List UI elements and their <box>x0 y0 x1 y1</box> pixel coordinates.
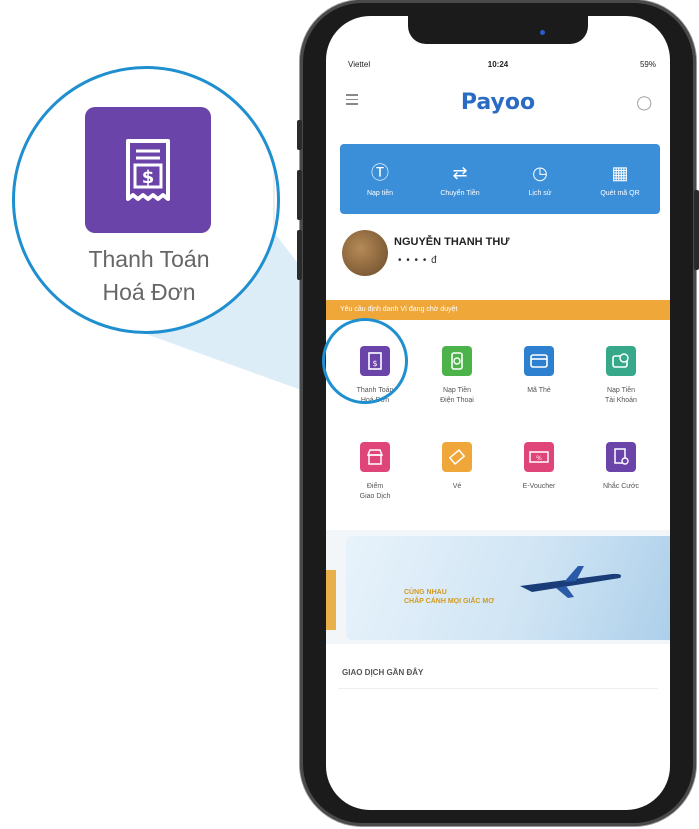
phone-frame: Viettel 10:24 59% Payoo ◯ Ⓣ Nạp tiền ⇄ C… <box>297 0 699 826</box>
service-bill-reminder[interactable]: Nhắc Cước <box>580 430 662 526</box>
notch <box>408 16 588 44</box>
power-button <box>694 190 699 270</box>
quick-action-qr[interactable]: ▦ Quét mã QR <box>580 144 660 214</box>
volume-up-button <box>297 170 302 220</box>
quick-action-history[interactable]: ◷ Lịch sử <box>500 144 580 214</box>
store-icon <box>360 442 390 472</box>
transfer-icon: ⇄ <box>452 162 468 183</box>
promo-prev-slide <box>326 570 336 630</box>
volume-down-button <box>297 230 302 280</box>
zoom-divider <box>273 69 275 331</box>
zoom-label-line2: Hoá Đơn <box>102 279 196 305</box>
battery: 59% <box>639 60 656 69</box>
account-topup-icon <box>606 346 636 376</box>
qr-icon: ▦ <box>611 162 629 183</box>
mute-switch <box>297 120 302 150</box>
service-tickets[interactable]: Vé <box>416 430 498 526</box>
quick-action-topup[interactable]: Ⓣ Nạp tiền <box>340 144 420 214</box>
recent-transactions-title: GIAO DỊCH GẦN ĐÂY <box>342 668 424 677</box>
highlight-ring <box>322 318 408 404</box>
phone-screen: Viettel 10:24 59% Payoo ◯ Ⓣ Nạp tiền ⇄ C… <box>326 16 670 810</box>
user-card[interactable]: NGUYỄN THANH THƯ • • • • đ <box>342 230 662 280</box>
quick-actions: Ⓣ Nạp tiền ⇄ Chuyển Tiền ◷ Lịch sử ▦ Qué… <box>340 144 660 214</box>
service-evoucher[interactable]: % E-Voucher <box>498 430 580 526</box>
status-bar: Viettel 10:24 59% <box>326 60 670 74</box>
user-name: NGUYỄN THANH THƯ <box>394 236 510 248</box>
voucher-icon: % <box>524 442 554 472</box>
svg-text:$: $ <box>142 167 155 188</box>
svg-text:%: % <box>536 455 542 462</box>
verification-notice[interactable]: Yêu cầu định danh Ví đang chờ duyệt <box>326 300 670 320</box>
promo-banner[interactable]: CÙNG NHAU CHẮP CÁNH MỌI GIẤC MƠ <box>346 536 670 640</box>
promo-text: CÙNG NHAU CHẮP CÁNH MỌI GIẤC MƠ <box>404 589 495 605</box>
airplane-image <box>520 566 621 598</box>
service-phone-topup[interactable]: Nạp Tiền Điện Thoại <box>416 334 498 430</box>
service-transaction-points[interactable]: Điểm Giao Dịch <box>334 430 416 526</box>
clock: 10:24 <box>487 60 509 69</box>
card-code-icon <box>524 346 554 376</box>
divider <box>338 688 658 689</box>
service-card-code[interactable]: Mã Thẻ <box>498 334 580 430</box>
zoom-label-line1: Thanh Toán <box>88 246 210 272</box>
promo-carousel[interactable]: CÙNG NHAU CHẮP CÁNH MỌI GIẤC MƠ <box>326 530 670 644</box>
balance-hidden: • • • • đ <box>398 255 438 266</box>
reminder-icon <box>606 442 636 472</box>
ticket-icon <box>442 442 472 472</box>
bell-icon[interactable]: ◯ <box>636 94 652 111</box>
zoom-label: Thanh Toán Hoá Đơn <box>15 243 277 309</box>
zoom-callout: $ Thanh Toán Hoá Đơn <box>12 66 280 334</box>
history-icon: ◷ <box>532 162 548 183</box>
app-header: Payoo ◯ <box>326 82 670 122</box>
dollar-plus-icon: Ⓣ <box>371 162 389 183</box>
quick-action-transfer[interactable]: ⇄ Chuyển Tiền <box>420 144 500 214</box>
payoo-logo: Payoo <box>460 90 536 115</box>
service-account-topup[interactable]: Nạp Tiền Tài Khoản <box>580 334 662 430</box>
avatar <box>342 230 388 276</box>
bill-icon: $ <box>85 107 211 233</box>
phone-topup-icon <box>442 346 472 376</box>
